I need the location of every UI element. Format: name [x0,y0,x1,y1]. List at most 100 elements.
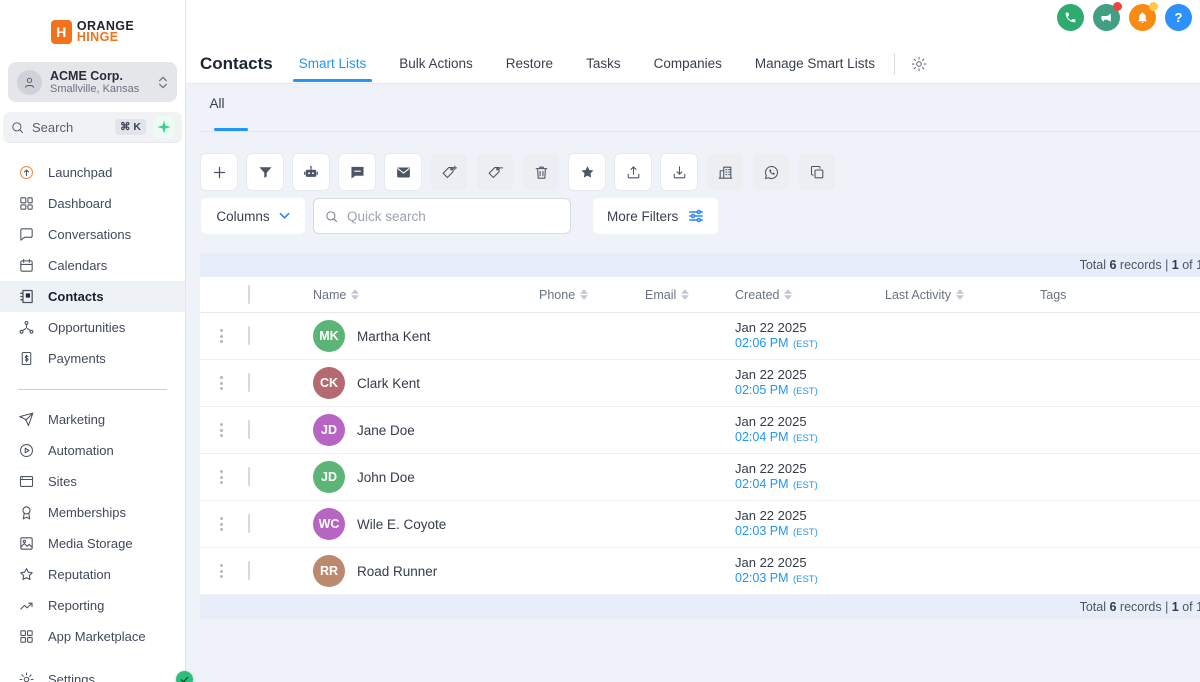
favorite-button[interactable] [569,154,605,190]
sidebar-item-media-storage[interactable]: Media Storage [0,528,185,559]
sidebar-item-dashboard[interactable]: Dashboard [0,188,185,219]
created-time: 02:06 PM [735,336,789,350]
sidebar-item-label: Calendars [48,258,108,273]
gear-icon [911,56,927,72]
sidebar-item-marketing[interactable]: Marketing [0,404,185,435]
smart-list-settings-button[interactable] [910,55,928,73]
conversations-icon [20,228,33,241]
columns-button[interactable]: Columns [201,198,305,234]
help-glyph: ? [1174,10,1183,25]
add-to-company-button[interactable] [707,154,743,190]
sidebar-item-settings[interactable]: Settings [0,664,185,682]
table-row[interactable]: CK Clark Kent Jan 22 2025 02:05 PM (EST) [200,360,1200,407]
tab-bulk-actions[interactable]: Bulk Actions [399,56,473,73]
table-row[interactable]: MK Martha Kent Jan 22 2025 02:06 PM (EST) [200,313,1200,360]
table-row[interactable]: RR Road Runner Jan 22 2025 02:03 PM (EST) [200,548,1200,595]
quick-search-input[interactable] [347,208,560,224]
tab-smart-lists[interactable]: Smart Lists [292,56,372,82]
row-menu-button[interactable] [200,470,242,484]
marketing-icon [19,412,34,427]
notification-dot [1149,2,1158,11]
row-checkbox[interactable] [248,373,250,392]
header-divider [893,53,895,75]
filter-button[interactable] [247,154,283,190]
account-name: ACME Corp. [50,69,123,83]
row-checkbox[interactable] [248,514,250,533]
sidebar-item-app-marketplace[interactable]: App Marketplace [0,621,185,652]
phone-icon[interactable] [1057,4,1084,31]
content-area: All Columns Quick search More Filters To… [186,84,1200,619]
column-header-created[interactable]: Created [735,288,885,302]
merge-contacts-button[interactable] [799,154,835,190]
created-timezone: (EST) [792,386,818,397]
help-icon[interactable]: ? [1165,4,1192,31]
automation-icon [20,444,33,457]
contacts-toolbar [201,154,1200,190]
sidebar-item-sites[interactable]: Sites [0,466,185,497]
tab-restore[interactable]: Restore [506,56,553,73]
row-menu-button[interactable] [200,376,242,390]
sidebar-nav-primary: Launchpad Dashboard Conversations Calend… [0,157,185,374]
whatsapp-button[interactable] [753,154,789,190]
bell-icon[interactable] [1129,2,1158,31]
row-menu-button[interactable] [200,517,242,531]
row-checkbox[interactable] [248,561,250,580]
envelope-icon [396,167,410,177]
send-sms-button[interactable] [339,154,375,190]
sidebar-item-conversations[interactable]: Conversations [0,219,185,250]
column-header-tags[interactable]: Tags [1040,288,1200,302]
table-row[interactable]: WC Wile E. Coyote Jan 22 2025 02:03 PM (ES… [200,501,1200,548]
sidebar-item-contacts[interactable]: Contacts [0,281,185,312]
remove-tag-button[interactable] [477,154,513,190]
sidebar-item-reputation[interactable]: Reputation [0,559,185,590]
select-all-checkbox[interactable] [248,284,250,304]
sidebar-item-calendars[interactable]: Calendars [0,250,185,281]
sidebar-item-payments[interactable]: Payments [0,343,185,374]
row-checkbox[interactable] [248,326,250,345]
column-header-name[interactable]: Name [313,288,539,302]
sidebar-item-reporting[interactable]: Reporting [0,590,185,621]
created-cell: Jan 22 2025 02:04 PM (EST) [735,414,885,446]
tab-all[interactable]: All [200,84,234,111]
import-button[interactable] [661,154,697,190]
table-row[interactable]: JD Jane Doe Jan 22 2025 02:04 PM (EST) [200,407,1200,454]
app-marketplace-icon [20,630,33,643]
more-filters-button[interactable]: More Filters [593,198,719,234]
created-cell: Jan 22 2025 02:05 PM (EST) [735,367,885,399]
sidebar-search[interactable]: Search ⌘ K [3,112,182,143]
ai-bot-button[interactable] [293,154,329,190]
row-checkbox[interactable] [248,420,250,439]
row-menu-button[interactable] [200,564,242,578]
row-checkbox[interactable] [248,467,250,486]
delete-button[interactable] [523,154,559,190]
add-tag-button[interactable] [431,154,467,190]
notification-dot [1113,2,1122,11]
column-header-email[interactable]: Email [645,288,735,302]
row-menu-button[interactable] [200,423,242,437]
ai-spark-icon[interactable] [153,116,175,138]
records-total-label: Total [1079,258,1110,272]
sidebar-item-automation[interactable]: Automation [0,435,185,466]
sidebar-item-launchpad[interactable]: Launchpad [0,157,185,188]
tab-manage-smart-lists[interactable]: Manage Smart Lists [755,56,875,73]
sidebar-item-label: Memberships [48,505,127,520]
account-switcher[interactable]: ACME Corp. Smallville, Kansas [8,62,177,102]
created-time: 02:05 PM [735,383,789,397]
tab-companies[interactable]: Companies [654,56,722,73]
send-email-button[interactable] [385,154,421,190]
sidebar-item-memberships[interactable]: Memberships [0,497,185,528]
export-button[interactable] [615,154,651,190]
column-header-last-activity[interactable]: Last Activity [885,288,1040,302]
sidebar-item-opportunities[interactable]: Opportunities [0,312,185,343]
tab-tasks[interactable]: Tasks [586,56,621,73]
add-contact-button[interactable] [201,154,237,190]
table-row[interactable]: JD John Doe Jan 22 2025 02:04 PM (EST) [200,454,1200,501]
megaphone-icon[interactable] [1093,2,1122,31]
row-menu-button[interactable] [200,329,242,343]
more-filters-label: More Filters [607,208,679,224]
column-header-phone[interactable]: Phone [539,288,645,302]
column-label: Phone [539,287,576,302]
status-check-button[interactable] [176,671,193,682]
created-cell: Jan 22 2025 02:03 PM (EST) [735,555,885,587]
sidebar-item-label: Sites [48,474,77,489]
